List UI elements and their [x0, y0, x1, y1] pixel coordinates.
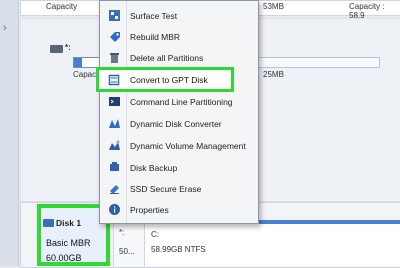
- trash-icon: [107, 51, 121, 65]
- partition-bar: [258, 57, 380, 68]
- partition-size: 25MB: [263, 70, 284, 79]
- menu-item-delete-all-partitions[interactable]: Delete all Partitions: [104, 48, 254, 67]
- menu-item-label: Properties: [130, 204, 169, 215]
- disk-title: Disk 1: [56, 218, 82, 228]
- menu-item-rebuild-mbr[interactable]: Rebuild MBR: [104, 27, 254, 46]
- command-line-icon: [107, 95, 121, 109]
- dynamic-disk-icon: [107, 117, 121, 131]
- menu-item-dynamic-volume-management[interactable]: Dynamic Volume Management: [104, 136, 254, 155]
- menu-item-convert-to-gpt-disk[interactable]: Convert to GPT Disk: [96, 67, 234, 92]
- dynamic-volume-icon: [107, 139, 121, 153]
- menu-item-label: Surface Test: [130, 10, 178, 21]
- disk-backup-icon: [107, 161, 121, 175]
- menu-item-label: Disk Backup: [130, 162, 178, 173]
- menu-item-label: Convert to GPT Disk: [130, 75, 208, 85]
- left-navigation-strip: ›: [0, 0, 19, 266]
- menu-item-surface-test[interactable]: Surface Test: [104, 6, 254, 25]
- menu-item-label: Dynamic Disk Converter: [130, 118, 222, 129]
- disk-size: 60.00GB: [46, 253, 82, 263]
- expand-arrow-icon[interactable]: ›: [3, 22, 7, 34]
- menu-item-command-line-partitioning[interactable]: Command Line Partitioning: [104, 92, 254, 111]
- menu-item-dynamic-disk-converter[interactable]: Dynamic Disk Converter: [104, 114, 254, 133]
- menu-item-label: Rebuild MBR: [130, 31, 181, 42]
- menu-item-ssd-secure-erase[interactable]: SSD Secure Erase: [104, 179, 254, 198]
- disk-icon: [50, 45, 63, 53]
- surface-test-icon: [107, 9, 121, 23]
- context-menu: Surface Test Rebuild MBR Delete all Part…: [99, 0, 259, 224]
- menu-item-label: Delete all Partitions: [130, 52, 204, 63]
- menu-item-label: Dynamic Volume Management: [130, 140, 246, 151]
- menu-item-disk-backup[interactable]: Disk Backup: [104, 158, 254, 177]
- partition-size: 53MB: [263, 2, 284, 11]
- convert-icon: [108, 74, 120, 86]
- capacity-label: Capacity: [46, 2, 78, 11]
- menu-item-properties[interactable]: Properties: [104, 200, 254, 219]
- partition-small-size: 50...: [119, 247, 135, 256]
- rebuild-mbr-icon: [107, 30, 121, 44]
- partition-small-label: *:: [119, 228, 125, 237]
- ssd-erase-icon: [107, 182, 121, 196]
- menu-item-label: Command Line Partitioning: [130, 96, 233, 107]
- partition-small[interactable]: *: 50...: [113, 220, 144, 266]
- disk-type: Basic MBR: [46, 238, 91, 248]
- properties-icon: [107, 203, 121, 217]
- partition-label: C:: [151, 230, 159, 239]
- menu-item-label: SSD Secure Erase: [130, 183, 202, 194]
- disk-label: *:: [65, 43, 71, 52]
- partition-c[interactable]: C: 58.99GB NTFS: [144, 220, 400, 266]
- disk-icon: [43, 219, 54, 227]
- partition-info: 58.99GB NTFS: [151, 245, 206, 254]
